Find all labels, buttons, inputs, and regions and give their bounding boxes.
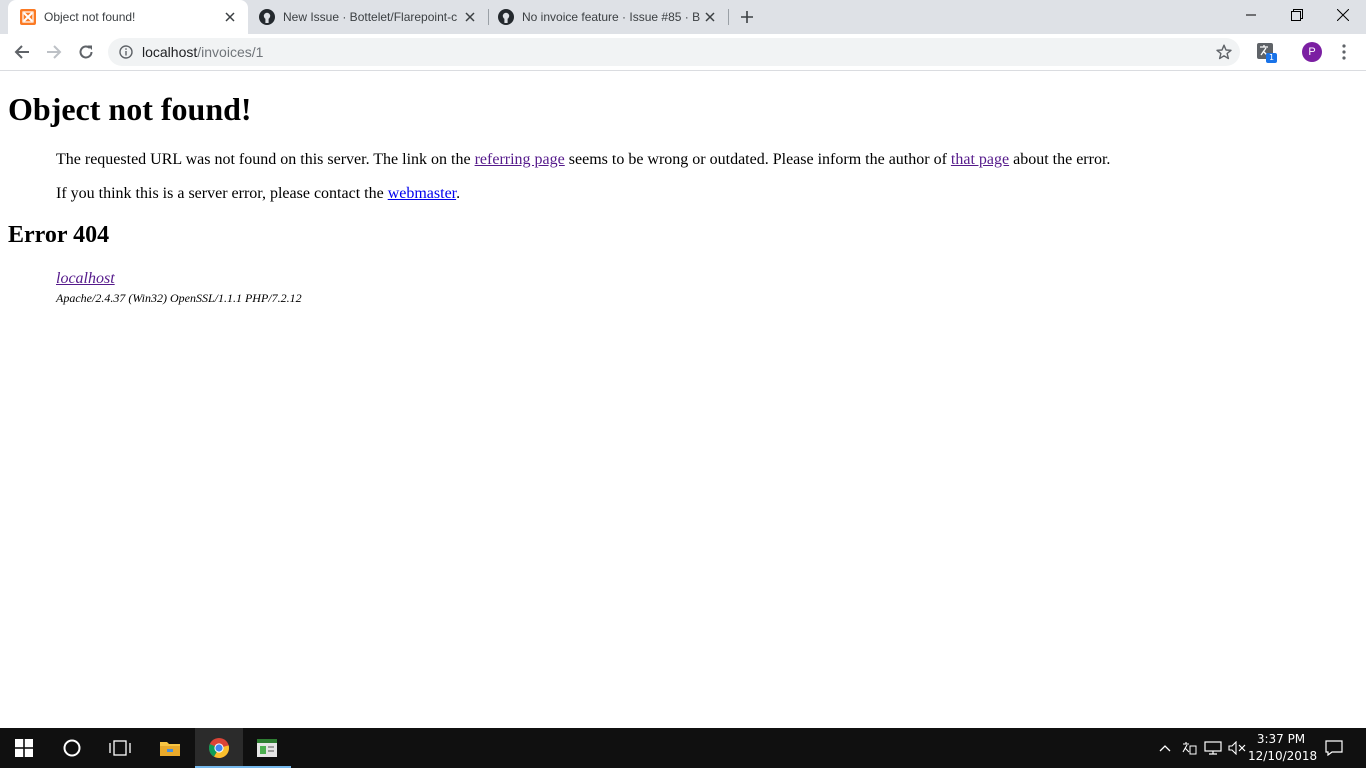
minimize-button[interactable] — [1228, 0, 1274, 30]
reload-button[interactable] — [74, 40, 98, 64]
tab-object-not-found[interactable]: Object not found! — [8, 0, 248, 34]
clock-date: 12/10/2018 — [1248, 749, 1318, 763]
tab-separator — [728, 9, 729, 25]
chrome-taskbar[interactable] — [195, 728, 243, 768]
app-taskbar[interactable] — [243, 728, 291, 768]
contact-paragraph: If you think this is a server error, ple… — [56, 185, 460, 203]
back-button[interactable] — [10, 40, 34, 64]
ime-icon — [1182, 742, 1197, 755]
network-button[interactable] — [1202, 728, 1224, 768]
chevron-up-icon — [1159, 745, 1171, 752]
close-window-button[interactable] — [1320, 0, 1366, 30]
clock-time: 3:37 PM — [1256, 732, 1306, 746]
restore-button[interactable] — [1274, 0, 1320, 30]
github-favicon-icon — [259, 9, 275, 25]
task-view-button[interactable] — [96, 728, 144, 768]
file-explorer-taskbar[interactable] — [146, 728, 194, 768]
page-content: Object not found! The requested URL was … — [0, 71, 1366, 728]
tab-title: No invoice feature · Issue #85 · B — [522, 10, 701, 24]
windows-logo-icon — [15, 739, 33, 757]
tab-strip: Object not found! New Issue · Bottelet/F… — [0, 0, 1366, 34]
menu-kebab-icon[interactable] — [1332, 40, 1356, 64]
error-description: The requested URL was not found on this … — [56, 151, 1110, 169]
tab-new-issue[interactable]: New Issue · Bottelet/Flarepoint-c — [248, 0, 488, 34]
url-text[interactable]: localhost/invoices/1 — [142, 44, 263, 60]
url-host: localhost — [142, 44, 198, 60]
folder-icon — [160, 742, 180, 756]
start-button[interactable] — [0, 728, 48, 768]
input-method-button[interactable] — [1178, 728, 1200, 768]
browser-toolbar: localhost/invoices/1 1 P — [0, 34, 1366, 71]
tab-title: Object not found! — [44, 10, 136, 24]
network-icon — [1204, 741, 1222, 755]
that-page-link[interactable]: that page — [951, 151, 1009, 168]
contact-text: . — [456, 185, 461, 202]
tab-close-icon[interactable] — [702, 9, 718, 25]
error-text: The requested URL was not found on this … — [56, 151, 475, 168]
extension-button[interactable]: 1 — [1256, 42, 1277, 63]
volume-muted-icon — [1228, 741, 1246, 755]
address-bar[interactable]: localhost/invoices/1 — [108, 38, 1240, 66]
window-app-icon — [257, 739, 277, 757]
system-clock[interactable]: 3:37 PM 12/10/2018 — [1248, 731, 1318, 765]
tab-close-icon[interactable] — [462, 9, 478, 25]
localhost-link[interactable]: localhost — [56, 270, 115, 288]
error-text: about the error. — [1009, 151, 1111, 168]
extension-badge: 1 — [1266, 53, 1277, 63]
server-signature: Apache/2.4.37 (Win32) OpenSSL/1.1.1 PHP/… — [56, 291, 302, 305]
forward-button[interactable] — [42, 40, 66, 64]
volume-button[interactable] — [1226, 728, 1248, 768]
referring-page-link[interactable]: referring page — [475, 151, 565, 168]
tab-title: New Issue · Bottelet/Flarepoint-c — [283, 10, 458, 24]
info-icon[interactable] — [118, 44, 134, 60]
webmaster-link[interactable]: webmaster — [388, 185, 456, 202]
action-center-button[interactable] — [1322, 728, 1346, 768]
notification-icon — [1325, 740, 1343, 756]
error-code-heading: Error 404 — [8, 222, 110, 248]
tab-no-invoice-feature[interactable]: No invoice feature · Issue #85 · B — [488, 0, 728, 34]
tab-close-icon[interactable] — [222, 9, 238, 25]
url-path: /invoices/1 — [197, 44, 264, 60]
page-title: Object not found! — [8, 91, 252, 127]
xampp-favicon-icon — [20, 9, 36, 25]
cortana-circle-icon — [63, 739, 81, 757]
profile-avatar[interactable]: P — [1302, 42, 1322, 62]
github-favicon-icon — [498, 9, 514, 25]
new-tab-button[interactable] — [737, 7, 757, 27]
error-text: seems to be wrong or outdated. Please in… — [564, 151, 951, 168]
contact-text: If you think this is a server error, ple… — [56, 185, 388, 202]
windows-taskbar: 3:37 PM 12/10/2018 — [0, 728, 1366, 768]
chrome-icon — [208, 738, 230, 759]
cortana-search-button[interactable] — [48, 728, 96, 768]
bookmark-star-icon[interactable] — [1216, 44, 1232, 60]
task-view-icon — [109, 740, 131, 756]
show-hidden-icons-button[interactable] — [1154, 728, 1176, 768]
